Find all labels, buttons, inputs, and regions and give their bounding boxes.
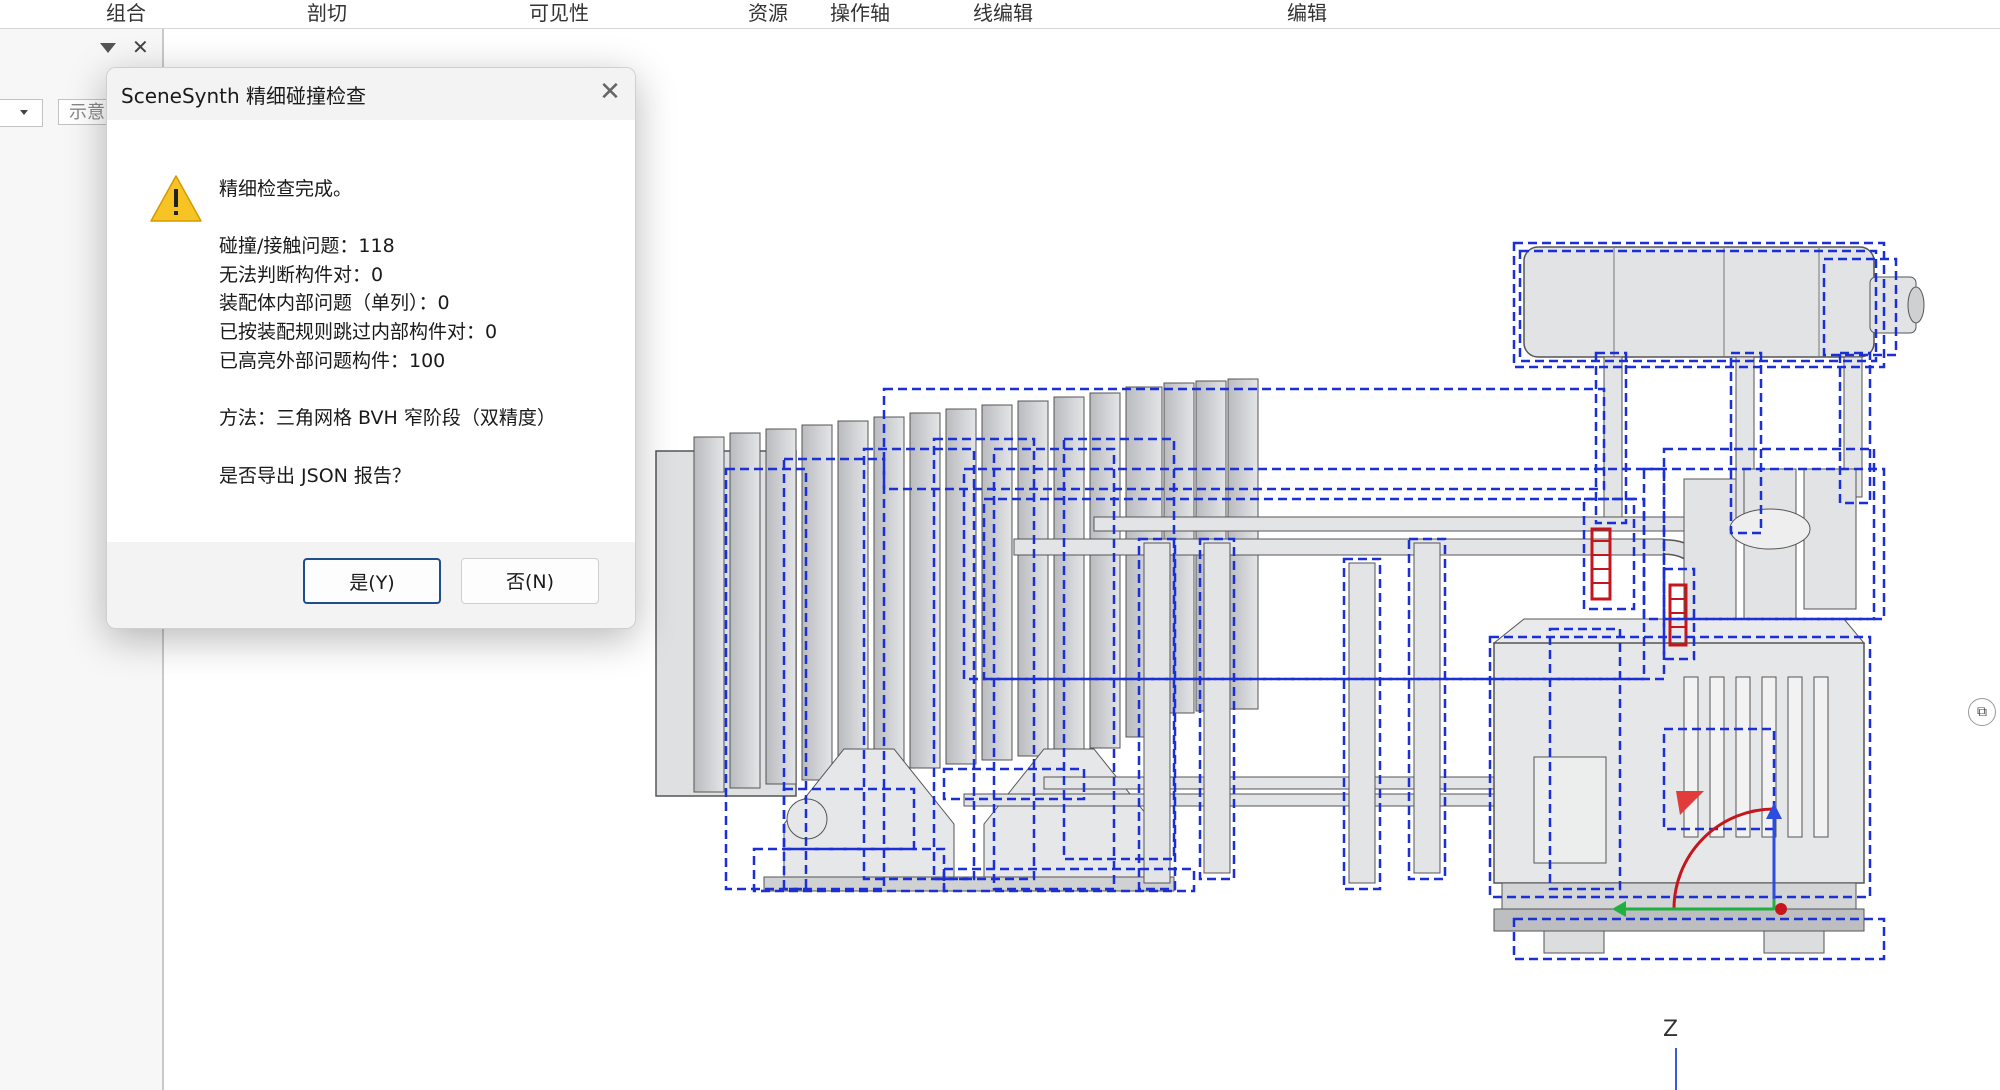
- close-icon[interactable]: ✕: [132, 35, 149, 59]
- panel-dropdown[interactable]: [0, 99, 43, 127]
- close-icon[interactable]: ✕: [595, 78, 625, 108]
- stat-skipped: 已按装配规则跳过内部构件对：0: [219, 321, 498, 343]
- panel-header: ✕: [0, 29, 162, 69]
- ribbon-tab-line-edit[interactable]: 线编辑: [973, 0, 1033, 26]
- ribbon-tab-edit[interactable]: 编辑: [1287, 0, 1327, 26]
- dialog-title: SceneSynth 精细碰撞检查: [121, 84, 367, 108]
- yes-button[interactable]: 是(Y): [303, 558, 441, 604]
- ribbon-tab-section[interactable]: 剖切: [307, 0, 347, 26]
- collision-check-dialog: SceneSynth 精细碰撞检查 ✕ 精细检查完成。 碰撞/接触问题：118 …: [106, 67, 636, 629]
- z-axis-line: [1675, 1048, 1677, 1090]
- pin-icon[interactable]: [100, 43, 116, 53]
- ribbon-tab-visibility[interactable]: 可见性: [529, 0, 589, 26]
- warning-icon: [150, 175, 202, 222]
- stat-highlighted: 已高亮外部问题构件：100: [219, 350, 446, 372]
- stat-collisions: 碰撞/接触问题：118: [219, 235, 395, 257]
- dialog-heading: 精细检查完成。: [219, 178, 353, 200]
- dialog-titlebar: SceneSynth 精细碰撞检查 ✕: [107, 68, 635, 120]
- dialog-method: 方法：三角网格 BVH 窄阶段（双精度）: [219, 407, 556, 429]
- no-button[interactable]: 否(N): [461, 558, 599, 604]
- ribbon-tab-group[interactable]: 组合: [106, 0, 146, 26]
- ribbon-bar: 组合 剖切 可见性 资源 操作轴 线编辑 编辑: [0, 0, 2000, 29]
- ribbon-tab-resources[interactable]: 资源: [748, 0, 788, 26]
- stat-internal: 装配体内部问题（单列）：0: [219, 292, 450, 314]
- z-axis-label: Z: [1663, 1017, 1679, 1042]
- chevron-down-icon: [20, 110, 28, 115]
- ribbon-tab-axis[interactable]: 操作轴: [830, 0, 890, 26]
- stat-undetermined: 无法判断构件对：0: [219, 264, 384, 286]
- view-toggle-icon[interactable]: ⧉: [1968, 698, 1996, 726]
- dialog-question: 是否导出 JSON 报告？: [219, 465, 411, 487]
